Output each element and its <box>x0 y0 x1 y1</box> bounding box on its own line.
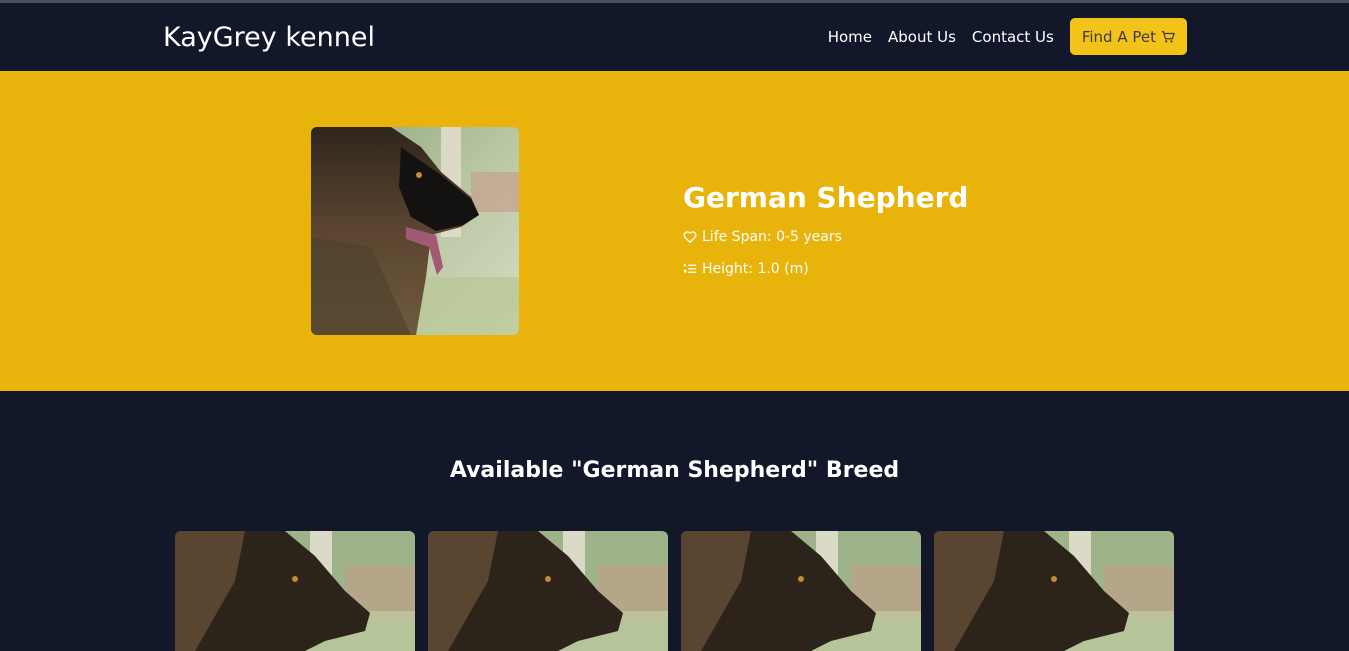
height-info: Height: 1.0 (m) <box>683 261 809 277</box>
heart-icon <box>683 231 697 243</box>
breed-photo <box>311 127 519 335</box>
available-breed-heading: Available "German Shepherd" Breed <box>449 458 900 483</box>
pet-card-photo <box>175 531 415 651</box>
brand-logo[interactable]: KayGrey kennel <box>163 19 375 57</box>
life-span-text: Life Span: 0-5 years <box>702 229 842 245</box>
pet-card[interactable] <box>681 531 921 651</box>
find-a-pet-label: Find A Pet <box>1081 27 1156 46</box>
breed-title: German Shepherd <box>683 181 969 214</box>
pet-card[interactable] <box>428 531 668 651</box>
life-span-info: Life Span: 0-5 years <box>683 229 842 245</box>
available-pets-list <box>175 531 1174 651</box>
pet-card[interactable] <box>934 531 1174 651</box>
pet-card-photo <box>934 531 1174 651</box>
nav-link-contact[interactable]: Contact Us <box>972 28 1054 46</box>
pet-card-photo <box>428 531 668 651</box>
find-a-pet-button[interactable]: Find A Pet <box>1069 18 1187 55</box>
nav-links: Home About Us Contact Us Find A Pet <box>828 18 1187 55</box>
navbar: KayGrey kennel Home About Us Contact Us … <box>0 3 1349 71</box>
cart-icon <box>1161 30 1175 43</box>
nav-link-home[interactable]: Home <box>828 28 872 46</box>
pet-card-photo <box>681 531 921 651</box>
list-ol-icon <box>683 263 697 273</box>
pet-card[interactable] <box>175 531 415 651</box>
breed-hero: German Shepherd Life Span: 0-5 years Hei… <box>0 71 1349 391</box>
height-text: Height: 1.0 (m) <box>702 261 809 277</box>
nav-link-about[interactable]: About Us <box>888 28 956 46</box>
